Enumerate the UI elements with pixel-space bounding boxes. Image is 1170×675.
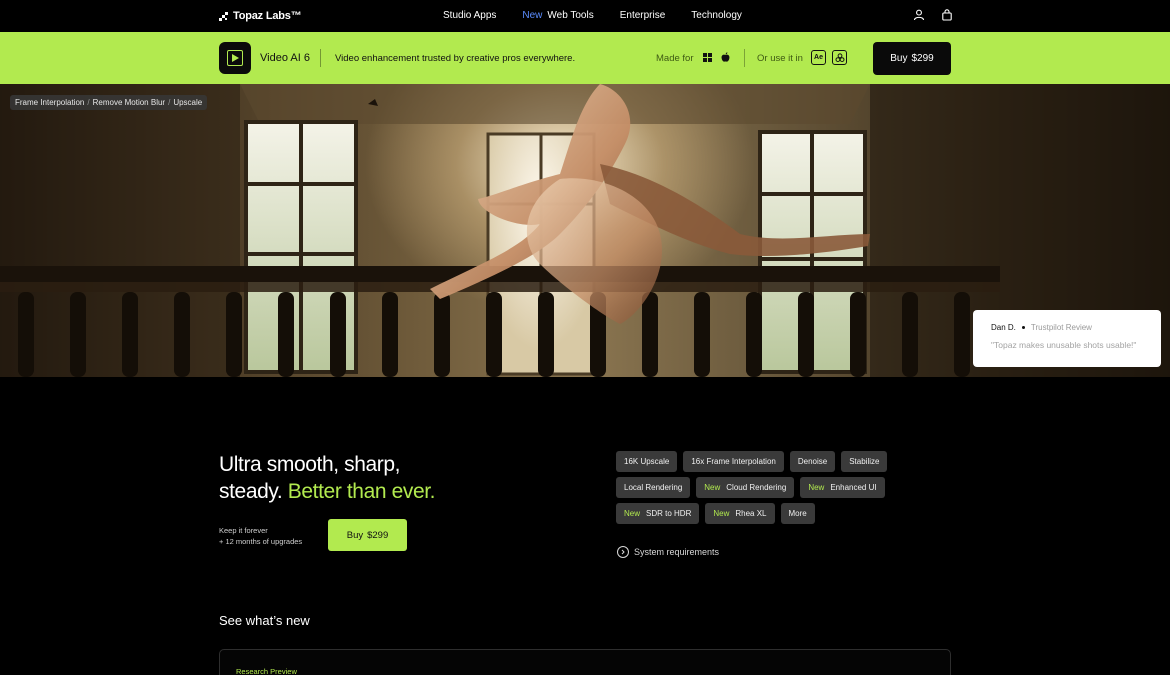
- user-icon[interactable]: [913, 9, 925, 21]
- buy-price: $299: [367, 529, 389, 541]
- made-for-label: Made for: [656, 53, 694, 64]
- new-badge: New: [808, 483, 825, 492]
- video-ai-app-icon[interactable]: [219, 42, 251, 74]
- chip-enhanced-ui[interactable]: New Enhanced UI: [800, 477, 885, 498]
- buy-label: Buy: [890, 53, 908, 64]
- chip-label: Cloud Rendering: [726, 483, 787, 492]
- review-header: Dan D. Trustpilot Review: [991, 323, 1161, 332]
- chip-label: Enhanced UI: [830, 483, 877, 492]
- after-effects-icon: Ae: [811, 50, 826, 65]
- card-label: Research Preview: [236, 667, 297, 675]
- trustpilot-review-card: Dan D. Trustpilot Review "Topaz makes un…: [973, 310, 1161, 367]
- headline-line-1: Ultra smooth, sharp,: [219, 453, 401, 476]
- review-source: Trustpilot Review: [1030, 323, 1092, 332]
- breadcrumb-item: Frame Interpolation: [15, 98, 85, 107]
- logo-mark-icon: [219, 11, 228, 21]
- new-badge: New: [704, 483, 721, 492]
- chip-local-rendering[interactable]: Local Rendering: [616, 477, 691, 498]
- plugin-icons: Ae: [811, 50, 847, 65]
- divider: [744, 49, 745, 67]
- see-whats-new-heading: See what’s new: [219, 613, 310, 628]
- feature-breadcrumb: Frame Interpolation / Remove Motion Blur…: [10, 95, 208, 110]
- nav-link-label: Technology: [691, 10, 742, 21]
- main-buy-button[interactable]: Buy $299: [328, 519, 407, 551]
- nav-link-technology[interactable]: Technology: [691, 10, 742, 21]
- shopping-bag-icon[interactable]: [941, 9, 953, 21]
- nav-link-enterprise[interactable]: Enterprise: [620, 10, 666, 21]
- logo-text: Topaz Labs™: [233, 10, 302, 22]
- chip-label: More: [788, 509, 807, 518]
- system-requirements-label: System requirements: [634, 547, 720, 557]
- nav-link-studio-apps[interactable]: Studio Apps: [443, 10, 496, 21]
- nav-link-label: Enterprise: [619, 10, 666, 21]
- chevron-right-icon: [617, 546, 629, 558]
- breadcrumb-item: Remove Motion Blur: [92, 98, 166, 107]
- chip-label: Rhea XL: [735, 509, 767, 518]
- nav-icons: [913, 9, 953, 21]
- product-bar: Video AI 6 Video enhancement trusted by …: [0, 32, 1170, 84]
- headline-line-2: steady. Better than ever.: [219, 478, 435, 505]
- license-note: Keep it forever + 12 months of upgrades: [219, 525, 302, 547]
- nav-link-label: Web Tools: [547, 10, 594, 21]
- headline: Ultra smooth, sharp, steady. Better than…: [219, 451, 435, 505]
- review-author: Dan D.: [991, 323, 1016, 332]
- apple-icon: [721, 52, 730, 62]
- divider: [320, 49, 321, 67]
- new-badge: New: [713, 509, 730, 518]
- chip-frame-interpolation[interactable]: 16x Frame Interpolation: [683, 451, 784, 472]
- chip-label: 16x Frame Interpolation: [691, 457, 776, 466]
- product-tagline: Video enhancement trusted by creative pr…: [335, 53, 576, 64]
- os-icons: [703, 52, 730, 62]
- system-requirements-link[interactable]: System requirements: [617, 546, 719, 558]
- review-quote: "Topaz makes unusable shots usable!": [991, 340, 1137, 350]
- top-navigation: Topaz Labs™ Studio Apps New Web Tools Ent…: [0, 0, 1170, 32]
- new-badge: New: [624, 509, 641, 518]
- chip-sdr-to-hdr[interactable]: New SDR to HDR: [616, 503, 700, 524]
- chip-label: Denoise: [797, 457, 828, 466]
- chip-cloud-rendering[interactable]: New Cloud Rendering: [696, 477, 795, 498]
- feature-chips: 16K Upscale 16x Frame Interpolation Deno…: [616, 451, 906, 524]
- use-it-in-label: Or use it in: [757, 53, 803, 64]
- chip-rhea-xl[interactable]: New Rhea XL: [705, 503, 775, 524]
- license-line-2: + 12 months of upgrades: [219, 537, 303, 546]
- license-line-1: Keep it forever: [219, 526, 268, 535]
- nav-link-web-tools[interactable]: New Web Tools: [522, 10, 593, 21]
- chip-label: SDR to HDR: [646, 509, 692, 518]
- windows-icon: [703, 52, 712, 62]
- nav-links: Studio Apps New Web Tools Enterprise Tech…: [443, 10, 742, 21]
- breadcrumb-separator: /: [168, 98, 171, 107]
- davinci-resolve-icon: [832, 50, 847, 65]
- bullet-icon: [1021, 326, 1025, 329]
- breadcrumb-item: Upscale: [173, 98, 203, 107]
- buy-price: $299: [911, 53, 934, 64]
- buy-label: Buy: [346, 529, 364, 541]
- chip-16k-upscale[interactable]: 16K Upscale: [616, 451, 678, 472]
- nav-link-label: Studio Apps: [443, 10, 497, 21]
- chip-label: 16K Upscale: [624, 457, 670, 466]
- product-name: Video AI 6: [260, 52, 310, 64]
- topaz-labs-logo[interactable]: Topaz Labs™: [219, 10, 302, 22]
- new-badge: New: [522, 10, 543, 21]
- headline-green-text: Better than ever.: [287, 480, 436, 503]
- chip-stabilize[interactable]: Stabilize: [841, 451, 888, 472]
- buy-button[interactable]: Buy $299: [873, 42, 951, 75]
- chip-label: Local Rendering: [624, 483, 683, 492]
- research-preview-card[interactable]: Research Preview: [219, 649, 951, 675]
- chip-label: Stabilize: [849, 457, 880, 466]
- chip-more[interactable]: More: [780, 503, 815, 524]
- headline-white-text: steady.: [219, 480, 283, 503]
- breadcrumb-separator: /: [87, 98, 90, 107]
- chip-denoise[interactable]: Denoise: [789, 451, 836, 472]
